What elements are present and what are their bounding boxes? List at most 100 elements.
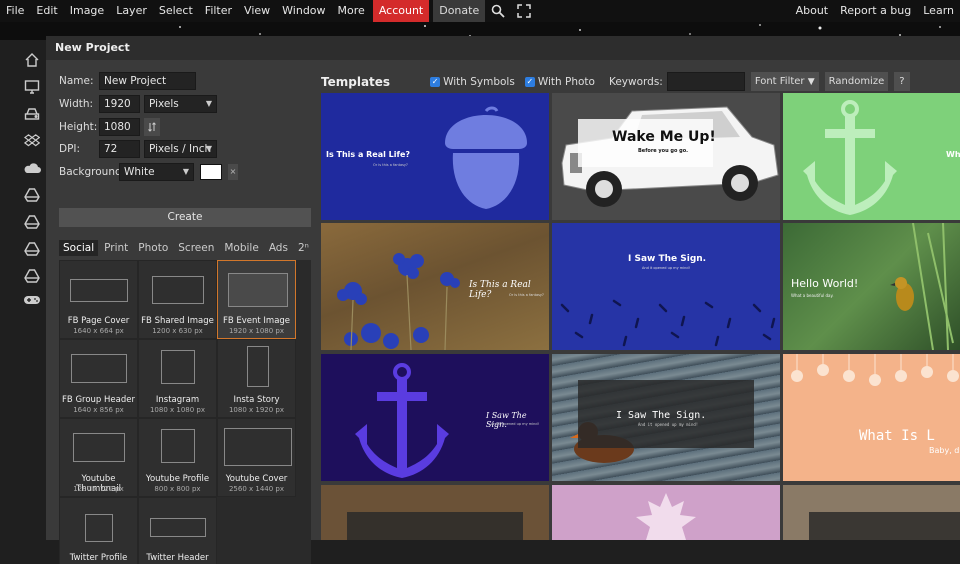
with-symbols-checkbox[interactable]: ✓ With Symbols [430, 76, 515, 88]
width-unit-select[interactable]: Pixels ▼ [144, 95, 217, 113]
dpi-unit-select[interactable]: Pixels / Inch ▼ [144, 140, 217, 158]
confetti-pattern [560, 299, 776, 347]
preset-fb-group-header[interactable]: FB Group Header 1640 x 856 px [59, 339, 138, 418]
tab-print[interactable]: Print [100, 240, 132, 256]
template-card[interactable]: Is This a Real Life? Or is this a fantas… [321, 93, 549, 220]
donate-button[interactable]: Donate [433, 0, 486, 22]
template-card[interactable]: I Saw The Sign. And it opened up my mind… [552, 354, 780, 481]
dpi-label: DPI: [59, 143, 81, 155]
preset-insta-story[interactable]: Insta Story 1080 x 1920 px [217, 339, 296, 418]
preset-youtube-profile[interactable]: Youtube Profile 800 x 800 px [138, 418, 217, 497]
with-photo-checkbox[interactable]: ✓ With Photo [524, 76, 595, 88]
height-field[interactable]: 1080 [99, 118, 140, 136]
monitor-icon[interactable] [22, 77, 42, 97]
width-field[interactable]: 1920 [99, 95, 140, 113]
preset-thumb [73, 433, 125, 462]
template-card[interactable]: Is This a Real Life? Or is this a fantas… [321, 223, 549, 350]
template-card[interactable]: What Is L Baby, d [783, 354, 960, 481]
preset-size: 1080 x 1920 px [228, 406, 285, 414]
name-field[interactable]: New Project [99, 72, 196, 90]
menu-image[interactable]: Image [64, 0, 110, 22]
templates-toolbar: Templates ✓ With Symbols ✓ With Photo Ke… [321, 72, 916, 91]
preset-thumb [85, 514, 113, 542]
dropbox-icon[interactable] [22, 131, 42, 151]
onedrive-icon[interactable] [22, 158, 42, 178]
help-button[interactable]: ? [894, 72, 910, 91]
name-label: Name: [59, 75, 94, 87]
background-value: White [124, 166, 155, 178]
background-label: Background: [59, 166, 126, 178]
light-bulbs-decoration [791, 354, 959, 386]
google-drive-icon-2[interactable] [22, 212, 42, 232]
account-button[interactable]: Account [372, 0, 430, 22]
preset-instagram[interactable]: Instagram 1080 x 1080 px [138, 339, 217, 418]
menu-window[interactable]: Window [276, 0, 331, 22]
preset-fb-page-cover[interactable]: FB Page Cover 1640 x 664 px [59, 260, 138, 339]
menu-report-bug[interactable]: Report a bug [834, 0, 917, 22]
preset-twitter-profile[interactable]: Twitter Profile [59, 497, 138, 564]
template-card[interactable]: Wake Me Up! Before you go go. [552, 93, 780, 220]
template-title: I Saw The Sign. [616, 410, 707, 421]
template-title: What [946, 150, 960, 159]
template-card[interactable] [321, 485, 549, 540]
randomize-button[interactable]: Randomize [824, 72, 889, 91]
templates-title: Templates [321, 74, 391, 89]
template-card[interactable] [783, 485, 960, 540]
drive-icon[interactable] [22, 104, 42, 124]
template-card[interactable]: What [783, 93, 960, 220]
preset-thumb [70, 279, 128, 302]
menu-learn[interactable]: Learn [917, 0, 960, 22]
menu-select[interactable]: Select [153, 0, 199, 22]
dpi-field[interactable]: 72 [99, 140, 140, 158]
template-subtitle: Or is this a fantasy? [509, 293, 544, 297]
template-card[interactable]: I Saw The Sign. And it opened up my mind… [552, 223, 780, 350]
template-subtitle: Before you go go. [638, 148, 689, 154]
preset-thumb [152, 276, 204, 304]
preset-youtube-cover[interactable]: Youtube Cover 2560 x 1440 px [217, 418, 296, 497]
background-select[interactable]: White ▼ [119, 163, 194, 181]
template-title: What Is L [859, 428, 935, 444]
keywords-input[interactable] [666, 72, 745, 91]
menu-edit[interactable]: Edit [30, 0, 63, 22]
chevron-down-icon: ▼ [205, 144, 212, 153]
swap-dimensions-icon[interactable] [144, 118, 160, 136]
preset-tabs: Social Print Photo Screen Mobile Ads 2ⁿ [59, 240, 315, 256]
search-icon[interactable] [485, 0, 511, 22]
template-card[interactable]: I Saw The Sign. And it opened up my mind… [321, 354, 549, 481]
google-drive-icon-3[interactable] [22, 239, 42, 259]
tab-ads[interactable]: Ads [265, 240, 292, 256]
font-filter-button[interactable]: Font Filter ▼ [750, 72, 819, 91]
home-icon[interactable] [22, 50, 42, 70]
tab-photo[interactable]: Photo [134, 240, 172, 256]
template-title: I Saw The Sign. [486, 411, 527, 429]
gamepad-icon[interactable] [22, 290, 42, 310]
preset-thumb [224, 428, 292, 466]
preset-name: Instagram [155, 395, 200, 405]
menu-about[interactable]: About [790, 0, 835, 22]
preset-youtube-thumbnail[interactable]: Youtube Thumbnail 1280 x 720 px [59, 418, 138, 497]
google-drive-icon-4[interactable] [22, 266, 42, 286]
template-card[interactable]: Hello World! What a beautiful day. [783, 223, 960, 350]
close-icon[interactable]: × [228, 164, 238, 180]
menu-more[interactable]: More [332, 0, 371, 22]
preset-fb-event-image[interactable]: FB Event Image 1920 x 1080 px [217, 260, 296, 339]
template-subtitle: And it opened up my mind! [638, 422, 699, 427]
tab-screen[interactable]: Screen [174, 240, 218, 256]
menu-file[interactable]: File [0, 0, 30, 22]
chevron-down-icon: ▼ [205, 99, 212, 108]
background-color-swatch[interactable] [200, 164, 222, 180]
fullscreen-icon[interactable] [511, 0, 537, 22]
menu-filter[interactable]: Filter [199, 0, 238, 22]
preset-fb-shared-image[interactable]: FB Shared Image 1200 x 630 px [138, 260, 217, 339]
create-button[interactable]: Create [59, 208, 311, 227]
menu-view[interactable]: View [238, 0, 276, 22]
template-card[interactable] [552, 485, 780, 540]
tab-social[interactable]: Social [59, 240, 99, 256]
google-drive-icon[interactable] [22, 185, 42, 205]
preset-twitter-header[interactable]: Twitter Header [138, 497, 217, 564]
chevron-down-icon: ▼ [807, 77, 815, 87]
tab-mobile[interactable]: Mobile [220, 240, 262, 256]
tab-power-of-two[interactable]: 2ⁿ [294, 240, 313, 256]
menu-layer[interactable]: Layer [110, 0, 153, 22]
preset-name: FB Shared Image [141, 316, 214, 326]
